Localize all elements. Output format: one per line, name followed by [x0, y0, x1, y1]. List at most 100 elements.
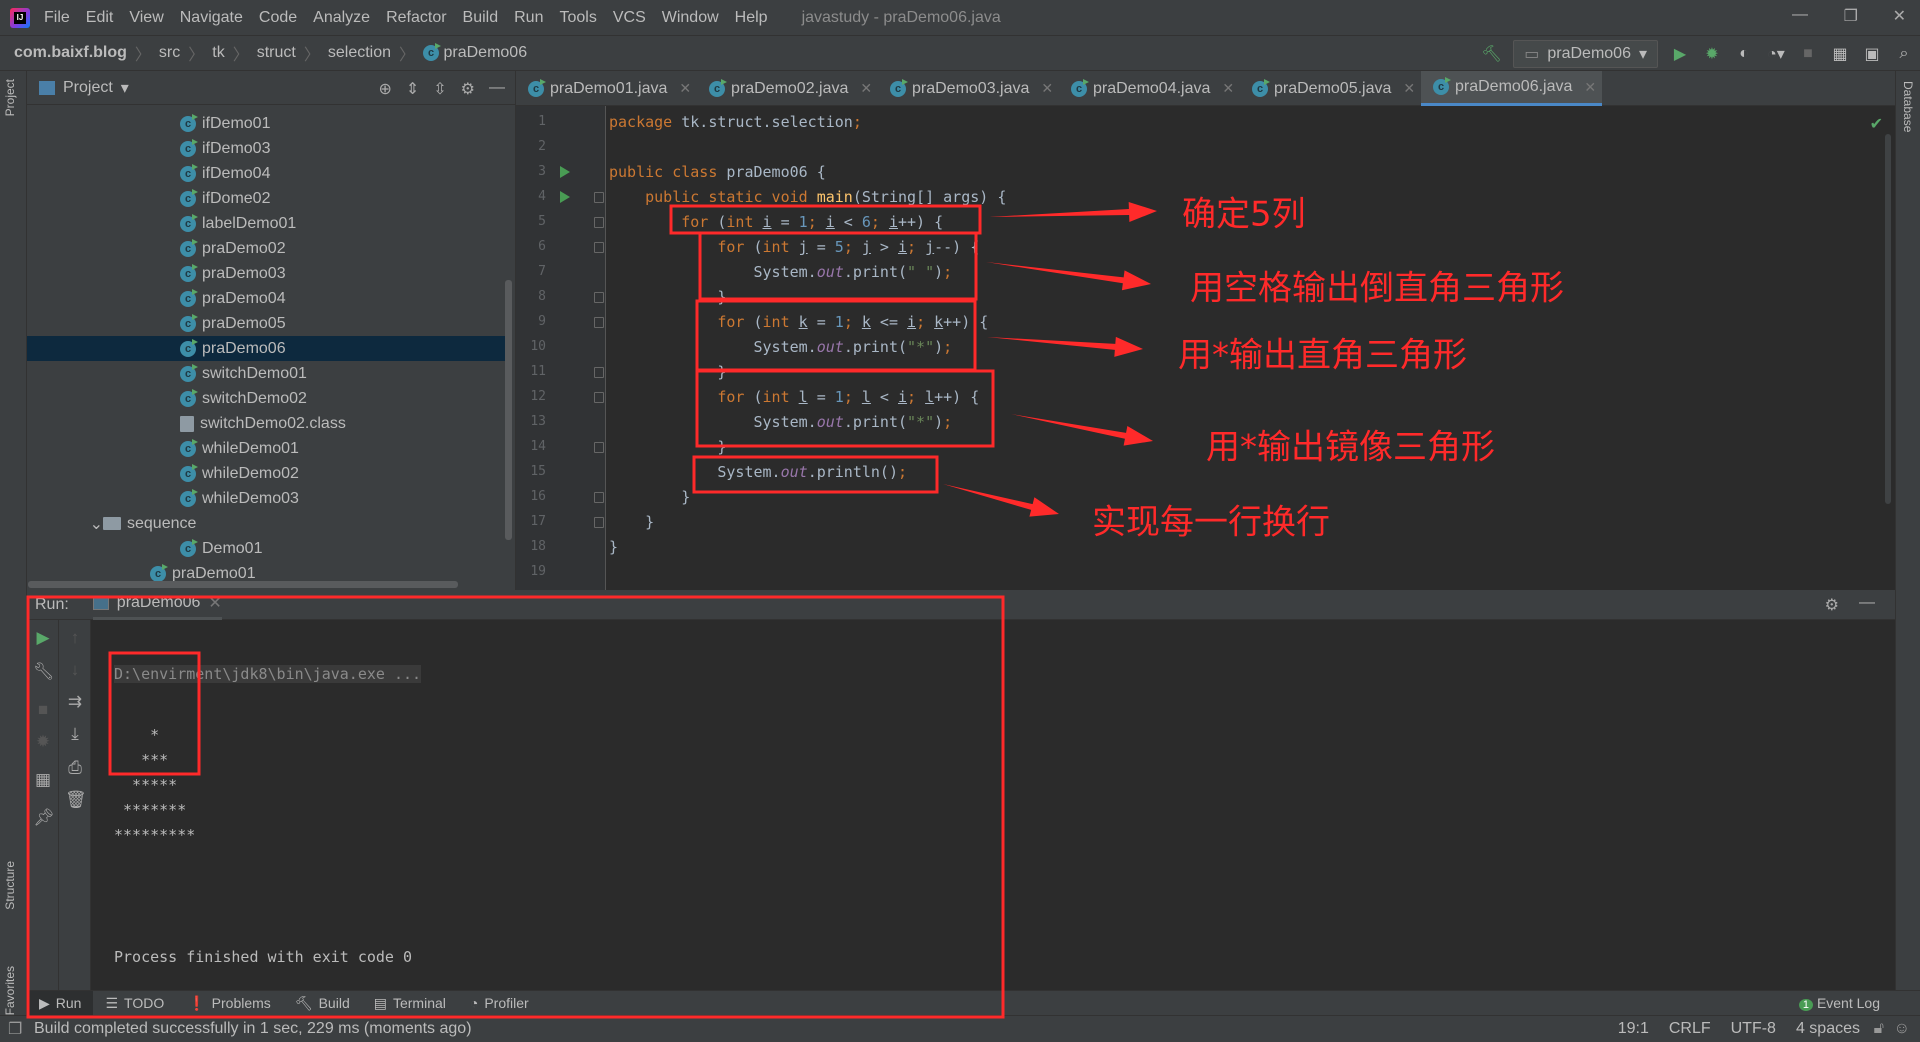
tree-item[interactable]: c switchDemo01 [27, 361, 507, 386]
bottom-tab-build[interactable]: 🔨︎ Build [283, 991, 362, 1016]
restore-button[interactable]: ❐ [1844, 6, 1858, 26]
gear-icon[interactable]: ⚙ [1825, 595, 1839, 615]
tree-item[interactable]: c praDemo05 [27, 311, 507, 336]
tree-item[interactable]: c praDemo03 [27, 261, 507, 286]
fold-marker-icon[interactable] [594, 392, 604, 403]
close-window-button[interactable]: ✕ [1893, 6, 1906, 26]
menu-vcs[interactable]: VCS [613, 9, 646, 27]
minimize-button[interactable]: — [1792, 6, 1808, 24]
build-hammer-icon[interactable]: 🔨︎ [1481, 44, 1501, 64]
hide-icon[interactable]: — [1859, 594, 1875, 612]
inspector-icon[interactable]: ☺ [1894, 1020, 1910, 1038]
fold-marker-icon[interactable] [594, 242, 604, 253]
breadcrumb-tk[interactable]: tk [212, 44, 224, 62]
pin-icon[interactable]: 📌︎ [33, 808, 55, 828]
close-tab-icon[interactable]: ✕ [1041, 80, 1053, 97]
tree-item[interactable]: c switchDemo02 [27, 386, 507, 411]
side-tab-structure[interactable]: Structure [3, 861, 17, 910]
breadcrumb-selection[interactable]: selection [328, 44, 391, 62]
menu-navigate[interactable]: Navigate [180, 9, 243, 27]
soft-wrap-icon[interactable]: ⇉ [65, 692, 85, 712]
tree-item[interactable]: c praDemo02 [27, 236, 507, 261]
indent-setting[interactable]: 4 spaces [1796, 1020, 1860, 1038]
tree-item[interactable]: c praDemo04 [27, 286, 507, 311]
bottom-tab-problems[interactable]: ❗ Problems [176, 991, 283, 1016]
close-tab-icon[interactable]: ✕ [1403, 80, 1415, 97]
fold-marker-icon[interactable] [594, 492, 604, 503]
tab-prademo02[interactable]: c praDemo02.java ✕ [697, 71, 878, 106]
project-hscrollbar[interactable] [28, 581, 458, 588]
menu-window[interactable]: Window [662, 9, 719, 27]
fold-marker-icon[interactable] [594, 292, 604, 303]
search-icon[interactable]: ⌕ [1894, 45, 1914, 63]
console-output[interactable]: D:\envirment\jdk8\bin\java.exe ... * ***… [114, 626, 422, 1006]
breadcrumb-struct[interactable]: struct [257, 44, 296, 62]
debug-disabled-icon[interactable]: ✹ [33, 732, 53, 752]
tab-prademo06[interactable]: c praDemo06.java ✕ [1421, 71, 1602, 106]
close-tab-icon[interactable]: ✕ [679, 80, 691, 97]
tab-prademo04[interactable]: c praDemo04.java ✕ [1059, 71, 1240, 106]
side-tab-database[interactable]: Database [1901, 81, 1915, 132]
fold-marker-icon[interactable] [594, 317, 604, 328]
breadcrumb-src[interactable]: src [159, 44, 180, 62]
menu-run[interactable]: Run [514, 9, 543, 27]
tree-item[interactable]: c whileDemo02 [27, 461, 507, 486]
fold-marker-icon[interactable] [594, 442, 604, 453]
expand-all-icon[interactable]: ⇕ [406, 79, 419, 99]
menu-refactor[interactable]: Refactor [386, 9, 446, 27]
collapse-all-icon[interactable]: ⇳ [433, 79, 446, 99]
debug-icon[interactable]: ✹ [1702, 44, 1722, 64]
console-command[interactable]: D:\envirment\jdk8\bin\java.exe ... [114, 665, 422, 683]
breadcrumb-file[interactable]: praDemo06 [444, 44, 528, 62]
stop-icon[interactable]: ■ [1798, 45, 1818, 63]
scroll-to-end-icon[interactable]: ⤓ [65, 724, 85, 744]
project-structure-icon[interactable]: ▦ [1830, 44, 1850, 64]
fold-marker-icon[interactable] [594, 217, 604, 228]
status-message[interactable]: Build completed successfully in 1 sec, 2… [34, 1020, 472, 1038]
menu-build[interactable]: Build [463, 9, 499, 27]
bottom-tab-run[interactable]: ▶ Run [27, 990, 94, 1016]
coverage-icon[interactable]: ◐ [1734, 45, 1754, 63]
fold-marker-icon[interactable] [594, 517, 604, 528]
project-title[interactable]: Project [63, 79, 113, 97]
tree-item[interactable]: c whileDemo01 [27, 436, 507, 461]
fold-marker-icon[interactable] [594, 192, 604, 203]
close-tab-icon[interactable]: ✕ [1222, 80, 1234, 97]
tree-item[interactable]: c labelDemo01 [27, 211, 507, 236]
trash-icon[interactable]: 🗑︎ [65, 790, 87, 810]
menu-analyze[interactable]: Analyze [313, 9, 370, 27]
bottom-tab-profiler[interactable]: ◔ Profiler [458, 991, 541, 1016]
close-tab-icon[interactable]: ✕ [208, 593, 221, 613]
event-log-button[interactable]: 1 Event Log [1798, 995, 1880, 1011]
line-ending[interactable]: CRLF [1669, 1020, 1711, 1038]
tree-item[interactable]: c whileDemo03 [27, 486, 507, 511]
tab-prademo05[interactable]: c praDemo05.java ✕ [1240, 71, 1421, 106]
tree-item[interactable]: ⌄ sequence [27, 511, 507, 536]
status-toggle-icon[interactable]: ❐ [8, 1019, 22, 1039]
run-tab[interactable]: praDemo06 ✕ [92, 590, 222, 620]
tree-item[interactable]: c ifDemo04 [27, 161, 507, 186]
project-scrollbar[interactable] [505, 280, 512, 540]
chevron-down-icon[interactable]: ▾ [121, 78, 129, 98]
tree-item[interactable]: c Demo01 [27, 536, 507, 561]
layout-icon[interactable]: ▦ [33, 770, 53, 790]
menu-code[interactable]: Code [259, 9, 297, 27]
print-icon[interactable]: ⎙ [65, 758, 85, 778]
tree-item[interactable]: c ifDome02 [27, 186, 507, 211]
tree-item[interactable]: switchDemo02.class [27, 411, 507, 436]
presentation-icon[interactable]: ▣ [1862, 44, 1882, 64]
locate-icon[interactable]: ⊕ [378, 79, 391, 99]
menu-edit[interactable]: Edit [86, 9, 114, 27]
run-config-dropdown[interactable]: ▭ praDemo06 ▾ [1513, 39, 1658, 68]
breadcrumb-project[interactable]: com.baixf.blog [14, 44, 127, 62]
side-tab-project[interactable]: Project [3, 79, 17, 116]
lock-icon[interactable]: 🔓︎ [1874, 1020, 1884, 1038]
bottom-tab-todo[interactable]: ☰ TODO [93, 991, 176, 1016]
menu-help[interactable]: Help [735, 9, 768, 27]
tab-prademo03[interactable]: c praDemo03.java ✕ [878, 71, 1059, 106]
run-icon[interactable]: ▶ [1670, 44, 1690, 64]
wrench-icon[interactable]: 🔧︎ [33, 662, 55, 682]
fold-marker-icon[interactable] [594, 367, 604, 378]
tree-item[interactable]: c praDemo06 [27, 336, 507, 361]
menu-view[interactable]: View [129, 9, 163, 27]
